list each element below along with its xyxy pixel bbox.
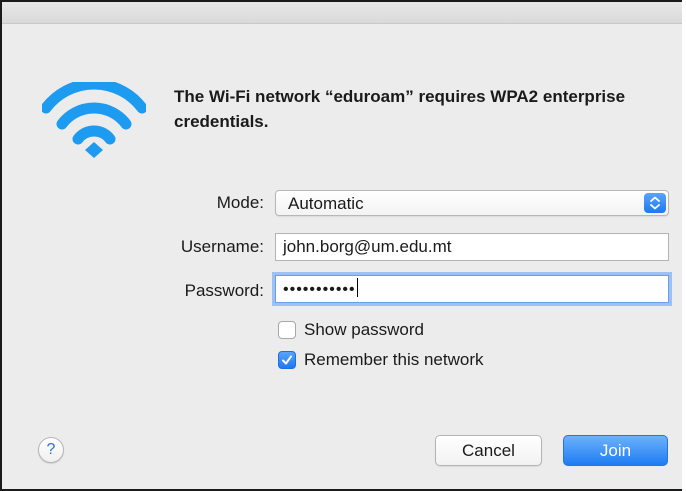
- password-field[interactable]: •••••••••••: [275, 275, 669, 303]
- question-icon: ?: [46, 441, 56, 458]
- mode-select-value: Automatic: [288, 194, 364, 213]
- mode-label: Mode:: [216, 193, 264, 212]
- show-password-label[interactable]: Show password: [304, 319, 424, 341]
- cancel-button[interactable]: Cancel: [435, 435, 542, 466]
- dialog-heading: The Wi-Fi network “eduroam” requires WPA…: [174, 87, 626, 131]
- checkmark-icon: [282, 355, 292, 365]
- password-label: Password:: [184, 281, 264, 300]
- wifi-icon: [42, 82, 146, 158]
- username-value: john.borg@um.edu.mt: [283, 237, 452, 256]
- wifi-credentials-dialog: The Wi-Fi network “eduroam” requires WPA…: [0, 0, 686, 491]
- help-button[interactable]: ?: [38, 437, 64, 463]
- window-titlebar[interactable]: [2, 2, 684, 24]
- mode-select[interactable]: Automatic: [275, 190, 669, 216]
- show-password-checkbox[interactable]: [278, 321, 296, 339]
- remember-network-label[interactable]: Remember this network: [304, 349, 484, 371]
- password-value: •••••••••••: [283, 281, 356, 298]
- username-label: Username:: [180, 237, 264, 256]
- remember-network-checkbox[interactable]: [278, 351, 296, 369]
- username-field[interactable]: john.borg@um.edu.mt: [275, 233, 669, 261]
- join-button[interactable]: Join: [563, 435, 668, 466]
- text-caret: [356, 278, 358, 297]
- updown-chevron-icon[interactable]: [644, 193, 666, 213]
- screenshot-margin: [682, 0, 686, 491]
